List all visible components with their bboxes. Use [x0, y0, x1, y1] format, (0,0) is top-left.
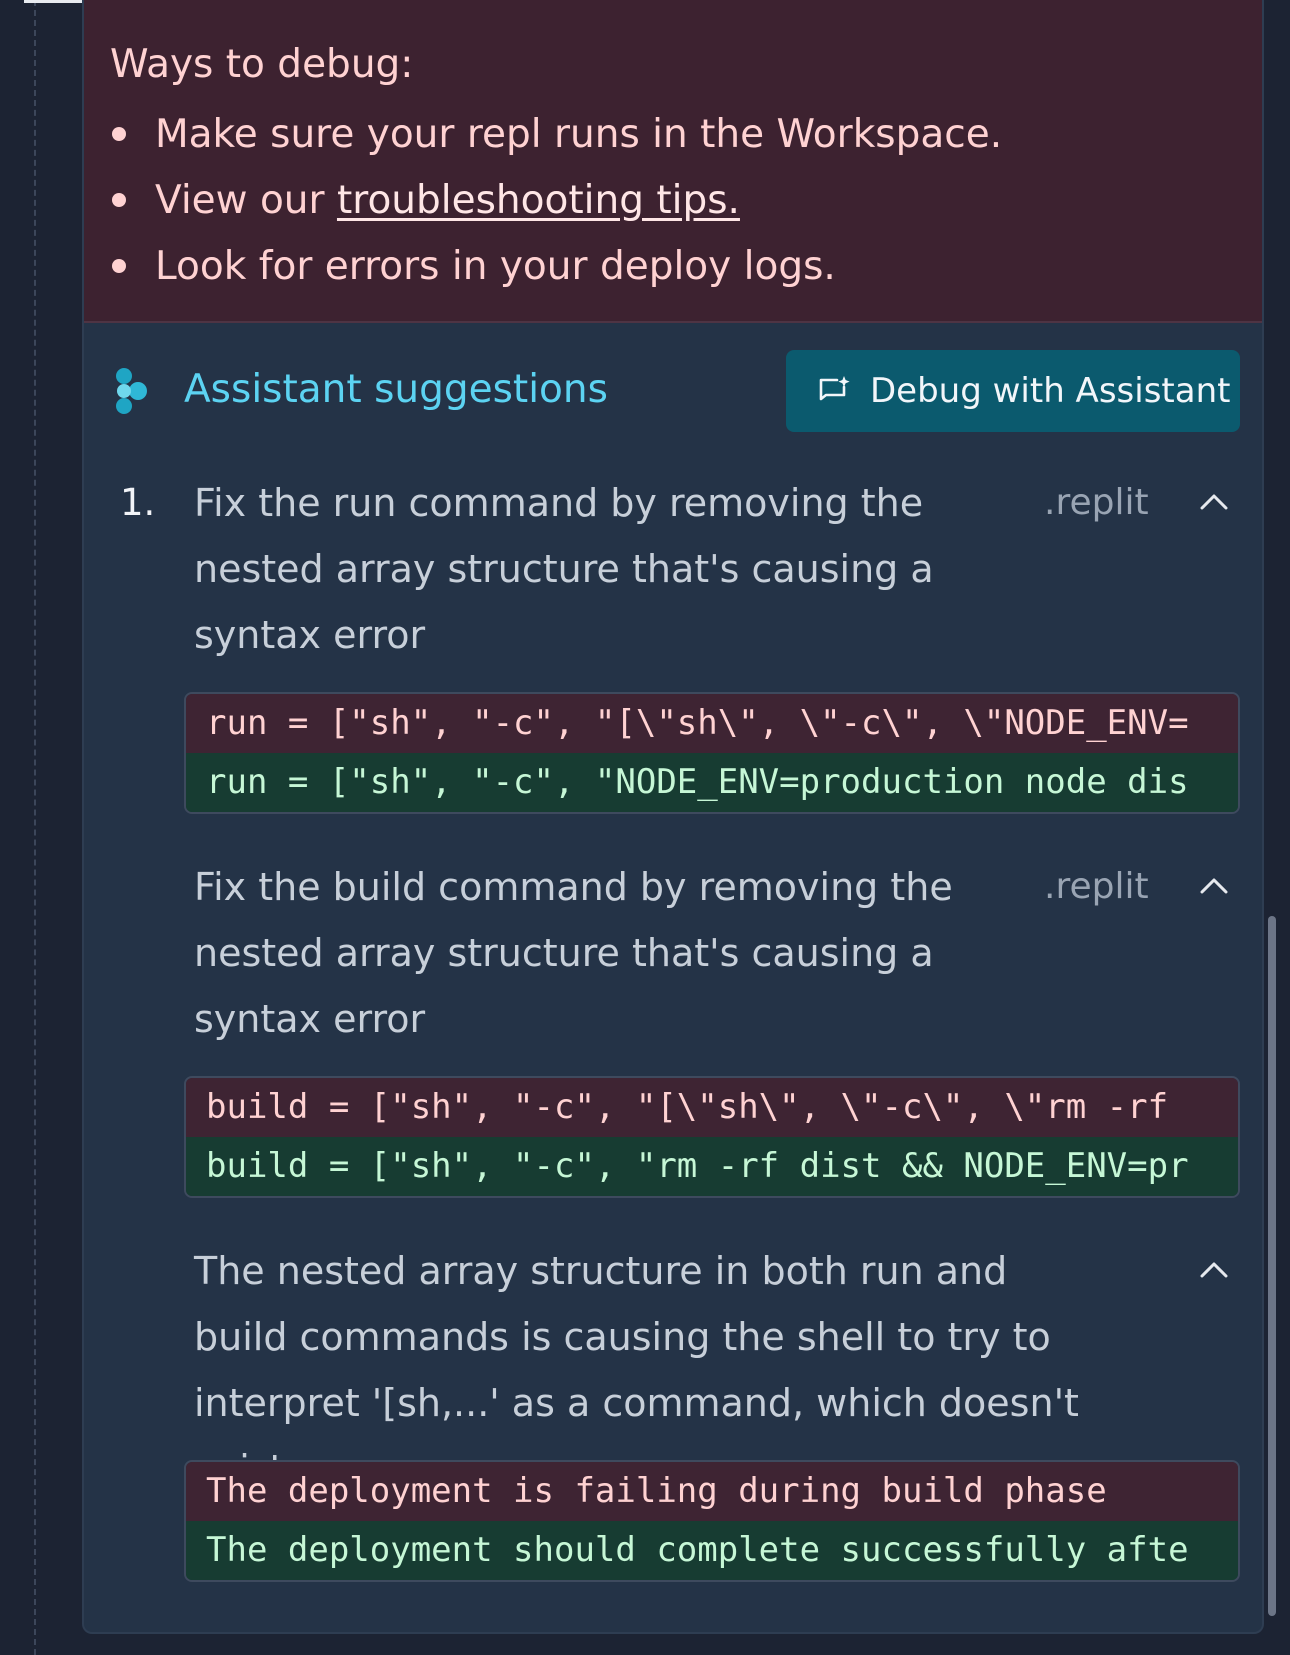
step-number: 1.: [120, 481, 156, 524]
bullet-icon: [112, 127, 126, 141]
list-item: Look for errors in your deploy logs.: [110, 234, 1002, 300]
bullet-icon: [112, 259, 126, 273]
deployment-panel: Ways to debug: Make sure your repl runs …: [0, 0, 1290, 1655]
suggestion-file-name: .replit: [1044, 866, 1149, 907]
diff-removed-line: build = ["sh", "-c", "[\"sh\", \"-c\", \…: [186, 1078, 1238, 1137]
code-diff: build = ["sh", "-c", "[\"sh\", \"-c\", \…: [184, 1076, 1240, 1198]
tip-text: View our: [155, 178, 337, 223]
chevron-up-icon[interactable]: [1194, 866, 1234, 906]
debug-tips-list: Make sure your repl runs in the Workspac…: [110, 102, 1002, 300]
gutter-dashed-line: [34, 0, 36, 1655]
code-diff: run = ["sh", "-c", "[\"sh\", \"-c\", \"N…: [184, 692, 1240, 814]
bullet-icon: [112, 193, 126, 207]
error-title: Ways to debug:: [110, 42, 414, 87]
diff-removed-line: run = ["sh", "-c", "[\"sh\", \"-c\", \"N…: [186, 694, 1238, 753]
tip-text: Look for errors in your deploy logs.: [155, 244, 836, 289]
tip-text: Make sure your repl runs in the Workspac…: [155, 112, 1003, 157]
diff-added-line: The deployment should complete successfu…: [186, 1521, 1238, 1580]
suggestion-description: Fix the run command by removing the nest…: [194, 481, 934, 657]
list-item: View our troubleshooting tips.: [110, 168, 1002, 234]
chevron-up-icon[interactable]: [1194, 482, 1234, 522]
error-box: Ways to debug: Make sure your repl runs …: [84, 0, 1262, 323]
chat-sparkle-icon: [819, 376, 850, 401]
chevron-up-icon[interactable]: [1194, 1250, 1234, 1290]
assistant-suggestions-title: Assistant suggestions: [184, 367, 608, 412]
assistant-header: Assistant suggestions Debug with Assista…: [112, 350, 1240, 434]
suggestion-description: Fix the build command by removing the ne…: [194, 865, 953, 1041]
diff-added-line: run = ["sh", "-c", "NODE_ENV=production …: [186, 753, 1238, 812]
diff-removed-line: The deployment is failing during build p…: [186, 1462, 1238, 1521]
diff-added-line: build = ["sh", "-c", "rm -rf dist && NOD…: [186, 1137, 1238, 1196]
troubleshooting-tips-link[interactable]: troubleshooting tips.: [337, 178, 740, 223]
suggestion-file-name: .replit: [1044, 482, 1149, 523]
debug-with-assistant-button[interactable]: Debug with Assistant: [786, 350, 1240, 432]
assistant-logo-icon: [116, 368, 147, 414]
deployment-error-card: Ways to debug: Make sure your repl runs …: [82, 0, 1264, 1634]
code-diff: The deployment is failing during build p…: [184, 1460, 1240, 1582]
list-item: Make sure your repl runs in the Workspac…: [110, 102, 1002, 168]
scrollbar-thumb[interactable]: [1268, 916, 1276, 1616]
debug-button-label: Debug with Assistant: [870, 371, 1231, 411]
